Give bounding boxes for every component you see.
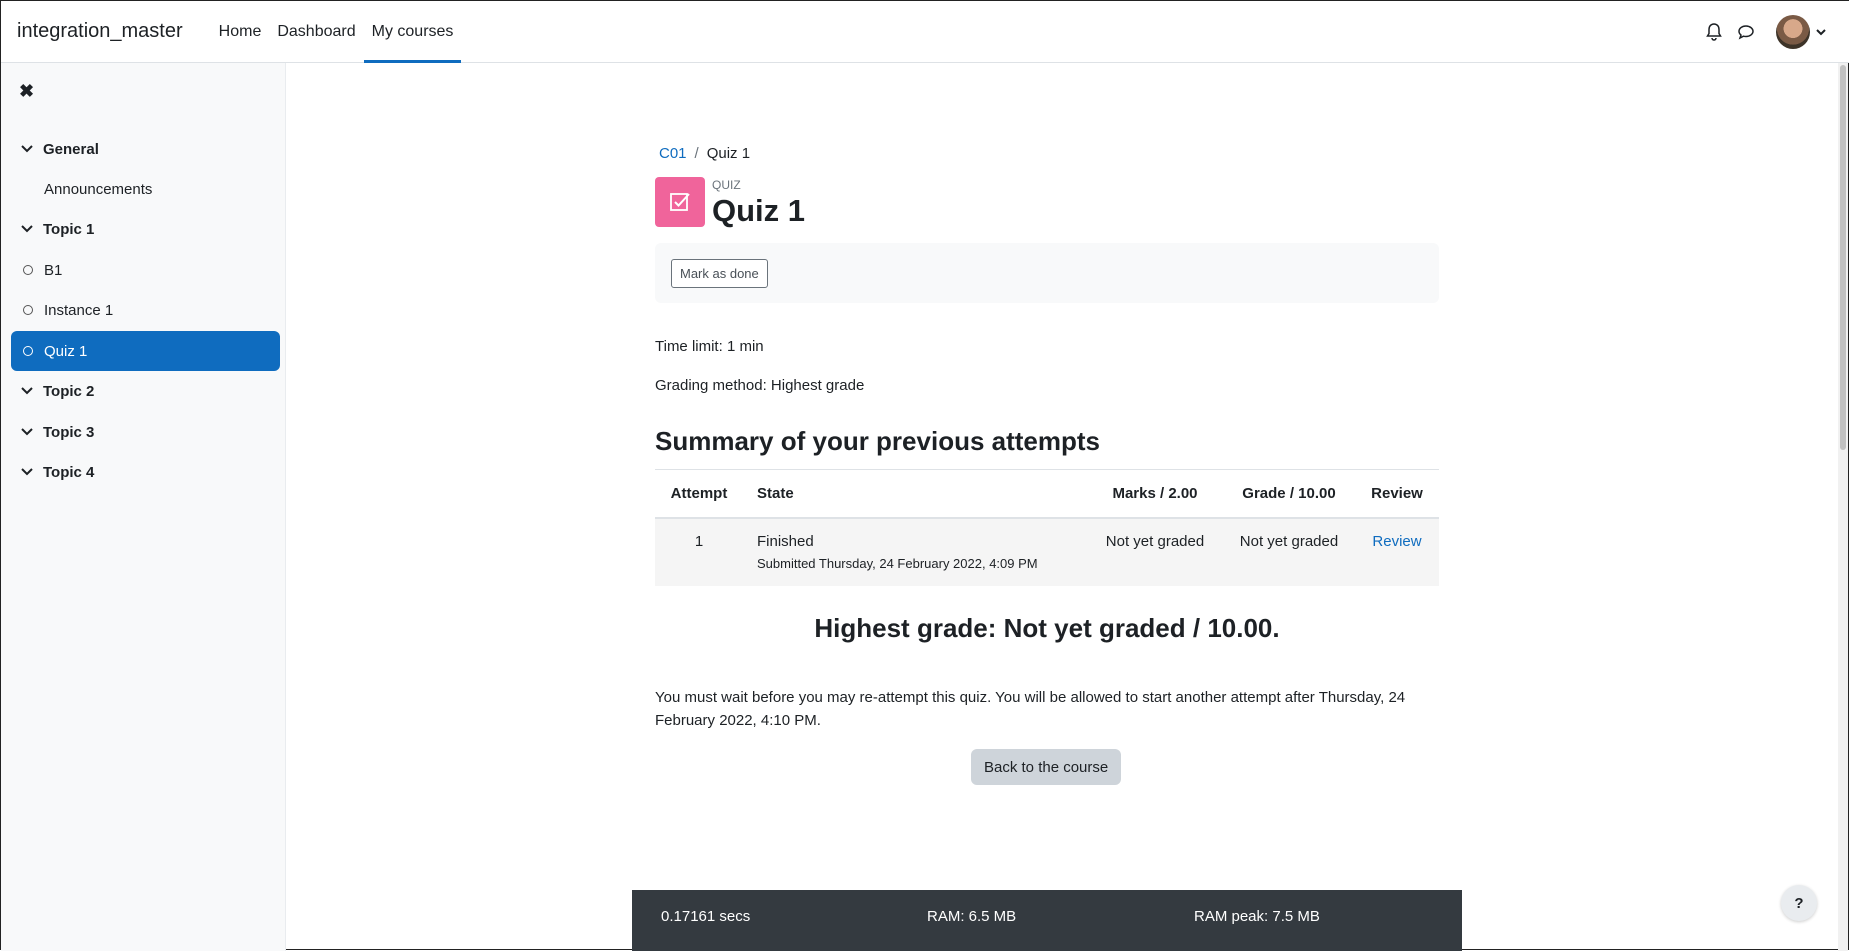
help-button[interactable]: ? bbox=[1781, 885, 1817, 921]
breadcrumb-current: Quiz 1 bbox=[706, 145, 751, 162]
chat-icon[interactable] bbox=[1730, 24, 1762, 40]
activity-purpose: QUIZ bbox=[712, 178, 741, 192]
activity-completion-bar: Mark as done bbox=[655, 243, 1439, 303]
attempts-table: Attempt State Marks / 2.00 Grade / 10.00… bbox=[655, 469, 1439, 586]
top-navbar: integration_master Home Dashboard My cou… bbox=[1, 1, 1849, 63]
scrollbar-thumb[interactable] bbox=[1840, 65, 1846, 450]
activity-label: Instance 1 bbox=[44, 301, 114, 319]
completion-circle-icon bbox=[23, 265, 33, 275]
col-state: State bbox=[743, 469, 1087, 519]
section-label: Topic 4 bbox=[43, 463, 95, 481]
cell-attempt: 1 bbox=[655, 517, 743, 586]
state-text: Finished bbox=[757, 532, 814, 550]
activity-label: Quiz 1 bbox=[44, 342, 88, 360]
reattempt-wait-message: You must wait before you may re-attempt … bbox=[655, 689, 1406, 729]
col-attempt: Attempt bbox=[655, 469, 743, 519]
section-label: Topic 1 bbox=[43, 220, 95, 238]
page-title: Quiz 1 bbox=[712, 193, 806, 228]
back-to-course-button[interactable]: Back to the course bbox=[971, 749, 1122, 785]
col-grade: Grade / 10.00 bbox=[1223, 469, 1355, 519]
nav-my-courses[interactable]: My courses bbox=[363, 1, 462, 63]
table-header-row: Attempt State Marks / 2.00 Grade / 10.00… bbox=[655, 469, 1439, 519]
completion-circle-icon bbox=[23, 346, 33, 356]
user-menu-area bbox=[1698, 1, 1849, 63]
section-topic-1[interactable]: Topic 1 bbox=[11, 209, 280, 249]
review-link[interactable]: Review bbox=[1372, 533, 1421, 550]
activity-b1[interactable]: B1 bbox=[11, 250, 280, 290]
cell-review: Review bbox=[1355, 517, 1439, 586]
summary-heading: Summary of your previous attempts bbox=[655, 426, 1100, 456]
quiz-icon bbox=[655, 177, 705, 227]
perf-ram: RAM: 6.5 MB bbox=[927, 908, 1017, 925]
user-avatar[interactable] bbox=[1776, 15, 1810, 49]
time-limit: Time limit: 1 min bbox=[655, 338, 764, 355]
chevron-down-icon[interactable] bbox=[11, 465, 43, 479]
completion-circle-icon bbox=[23, 305, 33, 315]
section-label: Topic 3 bbox=[43, 423, 95, 441]
breadcrumb: C01 / Quiz 1 bbox=[659, 145, 750, 162]
perf-time: 0.17161 secs bbox=[661, 908, 751, 925]
cell-state: Finished Submitted Thursday, 24 February… bbox=[743, 517, 1087, 586]
breadcrumb-course-link[interactable]: C01 bbox=[659, 145, 687, 162]
section-topic-2[interactable]: Topic 2 bbox=[11, 371, 280, 411]
highest-grade: Highest grade: Not yet graded / 10.00. bbox=[814, 613, 1280, 643]
activity-label: Announcements bbox=[44, 180, 153, 198]
activity-announcements[interactable]: Announcements bbox=[11, 169, 280, 209]
cell-marks: Not yet graded bbox=[1087, 517, 1223, 586]
chevron-down-icon[interactable] bbox=[11, 425, 43, 439]
cell-grade: Not yet graded bbox=[1223, 517, 1355, 586]
nav-dashboard[interactable]: Dashboard bbox=[269, 1, 363, 63]
mark-as-done-button[interactable]: Mark as done bbox=[671, 259, 768, 288]
activity-quiz-1[interactable]: Quiz 1 bbox=[11, 331, 280, 371]
page-scrollbar[interactable] bbox=[1838, 63, 1848, 951]
perf-ram-peak: RAM peak: 7.5 MB bbox=[1194, 908, 1320, 925]
section-topic-3[interactable]: Topic 3 bbox=[11, 412, 280, 452]
chevron-down-icon[interactable] bbox=[1816, 23, 1826, 41]
chevron-down-icon[interactable] bbox=[11, 142, 43, 156]
chevron-down-icon[interactable] bbox=[11, 384, 43, 398]
table-row: 1 Finished Submitted Thursday, 24 Februa… bbox=[655, 517, 1439, 586]
chevron-down-icon[interactable] bbox=[11, 222, 43, 236]
breadcrumb-separator: / bbox=[694, 145, 699, 162]
course-index-drawer: ✖ General Announcements Topic 1 B1 Insta… bbox=[1, 63, 286, 951]
nav-home[interactable]: Home bbox=[211, 1, 270, 63]
activity-label: B1 bbox=[44, 261, 63, 279]
bell-icon[interactable] bbox=[1698, 23, 1730, 41]
col-review: Review bbox=[1355, 469, 1439, 519]
col-marks: Marks / 2.00 bbox=[1087, 469, 1223, 519]
section-topic-4[interactable]: Topic 4 bbox=[11, 452, 280, 492]
section-label: General bbox=[43, 140, 99, 158]
performance-info: 0.17161 secs RAM: 6.5 MB RAM peak: 7.5 M… bbox=[632, 890, 1462, 951]
grading-method: Grading method: Highest grade bbox=[655, 377, 865, 394]
close-icon[interactable]: ✖ bbox=[19, 81, 34, 102]
section-label: Topic 2 bbox=[43, 382, 95, 400]
site-brand[interactable]: integration_master bbox=[17, 20, 183, 43]
activity-instance-1[interactable]: Instance 1 bbox=[11, 290, 280, 330]
section-general[interactable]: General bbox=[11, 129, 280, 169]
submitted-time: Submitted Thursday, 24 February 2022, 4:… bbox=[757, 555, 1038, 571]
